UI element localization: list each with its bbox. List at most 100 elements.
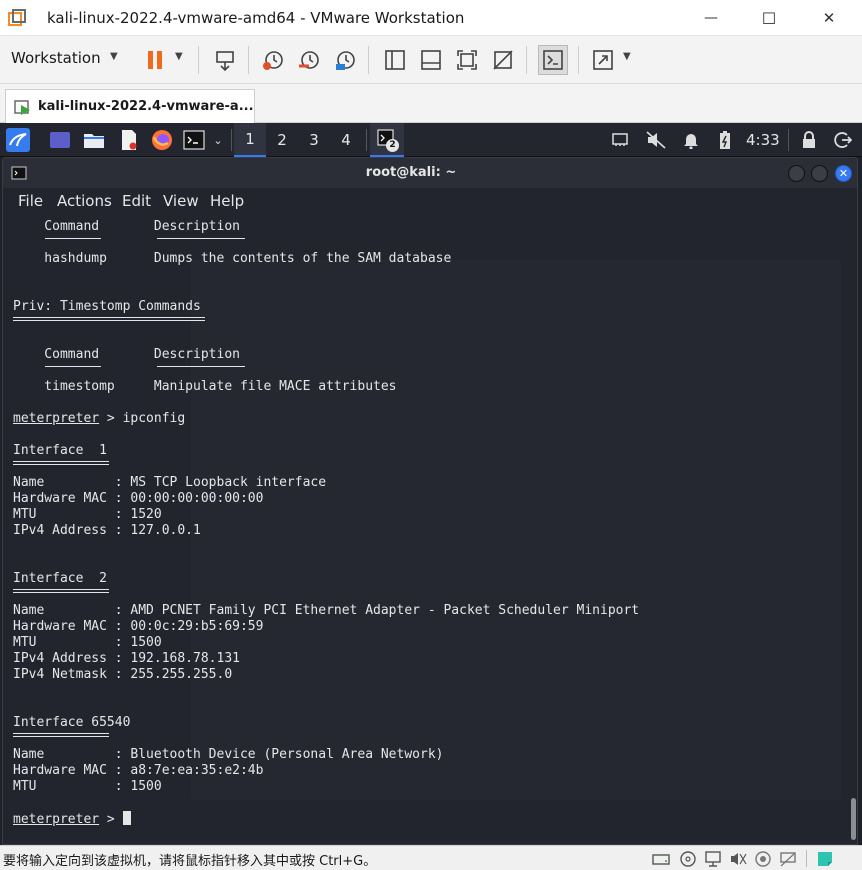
send-ctrl-alt-del-icon[interactable] — [212, 47, 238, 73]
menu-file[interactable]: File — [18, 192, 43, 210]
workspace-1[interactable]: 1 — [234, 123, 266, 157]
terminal-close-button[interactable]: ✕ — [835, 165, 852, 182]
terminal-line: MTU : 1500 — [13, 635, 162, 650]
launcher-dropdown-icon[interactable]: ⌄ — [206, 128, 230, 152]
vmware-statusbar: 要将输入定向到该虚拟机，请将鼠标指针移入其中或按 Ctrl+G。 — [0, 845, 862, 870]
vm-tab-label: kali-linux-2022.4-vmware-a... — [38, 99, 254, 114]
terminal-task-badge: 2 — [386, 139, 399, 152]
cd-dvd-icon[interactable] — [679, 850, 697, 867]
prompt-line: meterpreter > — [13, 811, 131, 827]
workspace-4[interactable]: 4 — [330, 123, 362, 157]
terminal-minimize-button[interactable] — [788, 165, 805, 182]
unity-icon[interactable] — [490, 47, 516, 73]
status-message: 要将输入定向到该虚拟机，请将鼠标指针移入其中或按 Ctrl+G。 — [3, 854, 377, 869]
library-icon[interactable] — [382, 47, 408, 73]
display-icon[interactable] — [779, 850, 797, 867]
header-underline — [45, 238, 101, 239]
terminal-title: root@kali: ~ — [365, 165, 457, 180]
snapshot-icon[interactable] — [260, 47, 286, 73]
logout-icon[interactable] — [831, 128, 855, 152]
toolbar-divider — [368, 46, 369, 74]
workspace-2[interactable]: 2 — [266, 123, 298, 157]
text-cursor — [122, 811, 131, 825]
menu-help[interactable]: Help — [210, 192, 244, 210]
fullscreen-icon[interactable] — [454, 47, 480, 73]
terminal-line: Name : AMD PCNET Family PCI Ethernet Ada… — [13, 603, 640, 618]
terminal-maximize-button[interactable] — [811, 165, 828, 182]
panel-divider — [231, 129, 232, 151]
section-underline — [13, 317, 205, 321]
section-underline — [13, 461, 109, 465]
vm-tab[interactable]: kali-linux-2022.4-vmware-a... — [5, 89, 255, 123]
terminal-line: Interface 1 — [13, 443, 107, 458]
terminal-line: IPv4 Address : 127.0.0.1 — [13, 523, 201, 538]
volume-muted-icon[interactable] — [644, 128, 668, 152]
usb-device-icon[interactable] — [754, 850, 772, 867]
menu-edit[interactable]: Edit — [122, 192, 151, 210]
maximize-button[interactable]: ☐ — [740, 0, 798, 36]
stretch-icon[interactable] — [590, 47, 616, 73]
section-underline — [13, 733, 109, 737]
lock-screen-icon[interactable] — [797, 128, 821, 152]
terminal-line: Hardware MAC : 00:0c:29:b5:69:59 — [13, 619, 264, 634]
panel-divider — [788, 129, 789, 151]
window-titlebar: kali-linux-2022.4-vmware-amd64 - VMware … — [0, 0, 862, 36]
terminal-line: IPv4 Netmask : 255.255.255.0 — [13, 667, 233, 682]
firefox-icon[interactable] — [150, 128, 174, 152]
console-view-icon[interactable] — [538, 45, 568, 75]
terminal-line: Interface 2 — [13, 571, 107, 586]
power-menu-caret-icon[interactable]: ▼ — [175, 51, 183, 62]
close-button[interactable]: ✕ — [800, 0, 858, 36]
toolbar-divider — [248, 46, 249, 74]
stretch-menu-caret-icon[interactable]: ▼ — [623, 51, 631, 62]
terminal-line: Hardware MAC : 00:00:00:00:00:00 — [13, 491, 264, 506]
command-text: ipconfig — [122, 411, 186, 426]
prompt-suffix: > — [99, 812, 123, 827]
terminal-scrollbar-thumb[interactable] — [851, 798, 856, 840]
prompt-word: meterpreter — [13, 812, 100, 827]
header-underline — [157, 366, 245, 367]
panel-clock[interactable]: 4:33 — [746, 131, 780, 149]
statusbar-divider — [806, 850, 807, 867]
workstation-menu-caret-icon[interactable]: ▼ — [110, 51, 118, 62]
network-adapter-icon[interactable] — [704, 850, 722, 867]
snapshot-manager-icon[interactable] — [332, 47, 358, 73]
pause-icon[interactable] — [142, 47, 168, 73]
file-manager-icon[interactable] — [82, 128, 106, 152]
hard-disk-icon[interactable] — [652, 850, 670, 867]
terminal-line: hashdump Dumps the contents of the SAM d… — [13, 251, 452, 266]
workspace-3[interactable]: 3 — [298, 123, 330, 157]
sound-card-icon[interactable] — [729, 850, 747, 867]
background-window-shadow — [191, 260, 841, 800]
terminal-output[interactable]: Command Description hashdump Dumps the c… — [3, 214, 857, 844]
panel-divider — [366, 129, 367, 151]
menu-actions[interactable]: Actions — [57, 192, 112, 210]
prompt-line: meterpreter > ipconfig — [13, 411, 185, 427]
terminal-line: MTU : 1520 — [13, 507, 162, 522]
workstation-menu[interactable]: Workstation — [11, 49, 101, 67]
terminal-line: Command Description — [13, 219, 240, 234]
terminal-line: IPv4 Address : 192.168.78.131 — [13, 651, 240, 666]
terminal-line: Name : MS TCP Loopback interface — [13, 475, 327, 490]
kali-menu-icon[interactable] — [6, 128, 30, 152]
show-desktop-icon[interactable] — [48, 128, 72, 152]
guest-display[interactable]: ⌄ 1 2 3 4 2 4:33 root@kali: ~ ✕ File Act… — [0, 123, 862, 845]
thumbnail-icon[interactable] — [418, 47, 444, 73]
minimize-button[interactable]: — — [682, 0, 740, 36]
terminal-window[interactable]: root@kali: ~ ✕ File Actions Edit View He… — [2, 157, 858, 845]
section-underline — [13, 589, 109, 593]
terminal-line: Name : Bluetooth Device (Personal Area N… — [13, 747, 444, 762]
menu-view[interactable]: View — [163, 192, 199, 210]
terminal-launcher-icon[interactable] — [182, 128, 206, 152]
battery-icon[interactable] — [713, 128, 737, 152]
terminal-task-button[interactable]: 2 — [370, 123, 404, 157]
text-editor-icon[interactable] — [117, 128, 141, 152]
terminal-titlebar[interactable]: root@kali: ~ ✕ — [3, 158, 857, 188]
notifications-icon[interactable] — [679, 128, 703, 152]
revert-snapshot-icon[interactable] — [296, 47, 322, 73]
message-log-icon[interactable] — [816, 850, 834, 867]
network-icon[interactable] — [608, 128, 632, 152]
terminal-line: Priv: Timestomp Commands — [13, 299, 201, 314]
terminal-line: timestomp Manipulate file MACE attribute… — [13, 379, 397, 394]
prompt-word: meterpreter — [13, 411, 100, 426]
